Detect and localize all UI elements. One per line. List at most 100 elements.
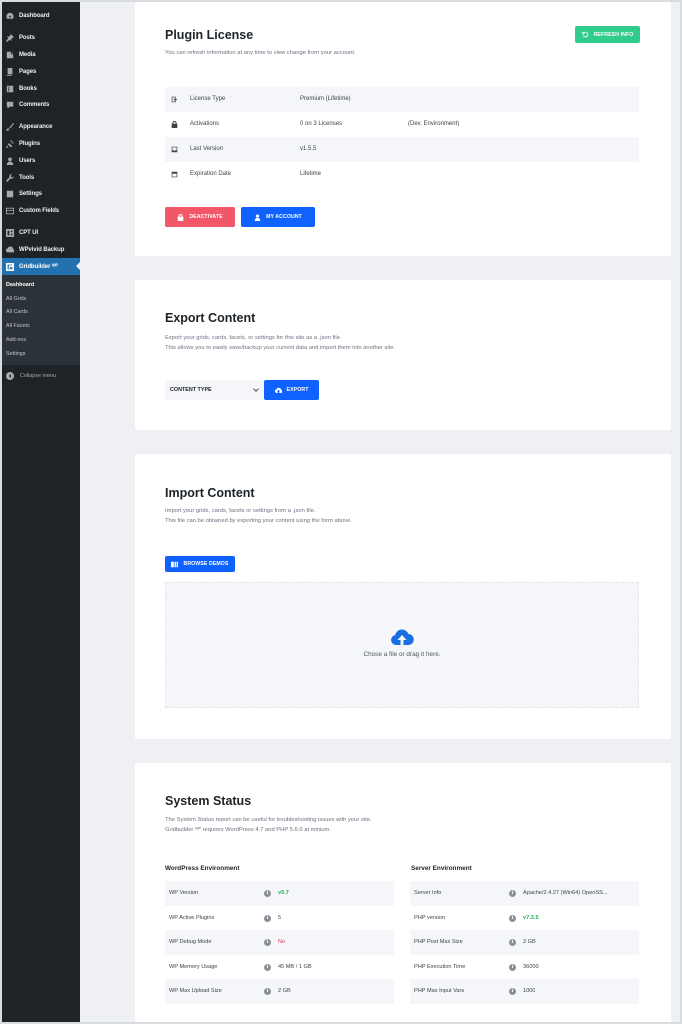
app-frame: Dashboard Posts Media Pages Books Commen… — [0, 0, 682, 1024]
info-icon[interactable]: i — [509, 889, 516, 897]
sidebar-item-users[interactable]: Users — [2, 152, 80, 169]
book-icon — [5, 84, 14, 93]
sidebar-item-media[interactable]: Media — [2, 47, 80, 64]
sidebar-item-tools[interactable]: Tools — [2, 169, 80, 186]
status-description-2: Gridbuilder ᵂᴾ requires WordPress 4.7 an… — [165, 827, 331, 833]
license-description: You can refresh information at any time … — [165, 50, 356, 56]
user-icon — [254, 213, 261, 221]
content-type-select[interactable]: CONTENT TYPE — [165, 380, 264, 400]
license-title: Plugin License — [165, 28, 254, 42]
submenu-settings[interactable]: Settings — [2, 347, 80, 361]
cloud-upload-icon — [274, 387, 282, 393]
export-title: Export Content — [165, 311, 256, 325]
deactivate-button[interactable]: Deactivate — [165, 207, 235, 227]
cptui-icon — [5, 228, 14, 237]
sidebar-item-appearance[interactable]: Appearance — [2, 119, 80, 136]
media-icon — [5, 50, 14, 59]
submenu-all-facets[interactable]: All Facets — [2, 319, 80, 333]
info-icon[interactable]: i — [509, 938, 516, 946]
system-status-card: System Status The System Status report c… — [135, 763, 671, 1022]
cloud-upload-icon — [390, 626, 414, 650]
status-row: PHP Execution Time i 36000 — [414, 963, 539, 971]
info-icon[interactable]: i — [509, 914, 516, 922]
sidebar-item-pages[interactable]: Pages — [2, 63, 80, 80]
refresh-info-button[interactable]: Refresh Info — [575, 26, 640, 43]
submenu-all-cards[interactable]: All Cards — [2, 306, 80, 320]
license-row: Expiration Date Lifetime — [165, 162, 639, 187]
backup-icon — [5, 245, 14, 254]
import-title: Import Content — [165, 486, 255, 500]
status-row: PHP version i v7.3.5 — [414, 914, 539, 922]
wrench-icon — [5, 173, 14, 182]
export-description-1: Export your grids, cards, facets, or set… — [165, 335, 342, 341]
wordpress-environment-heading: WordPress Environment — [165, 865, 240, 872]
status-description-1: The System Status report can be useful f… — [165, 817, 372, 823]
file-dropzone[interactable]: Chose a file or drag it here. — [165, 582, 639, 708]
import-content-card: Import Content Import your grids, cards,… — [135, 454, 671, 739]
status-row: WP Version i v5.7 — [165, 881, 394, 906]
submenu-all-grids[interactable]: All Grids — [2, 292, 80, 306]
inbox-icon — [171, 146, 179, 153]
info-icon[interactable]: i — [264, 963, 271, 971]
info-icon[interactable]: i — [264, 889, 271, 897]
submenu-add-ons[interactable]: Add-ons — [2, 333, 80, 347]
pin-icon — [5, 34, 14, 43]
gridbuilder-submenu: Dashboard All Grids All Cards All Facets… — [2, 274, 80, 365]
info-icon[interactable]: i — [509, 963, 516, 971]
comment-icon — [5, 101, 14, 110]
plugin-icon — [5, 139, 14, 148]
status-row: WP Debug Mode i No — [165, 930, 394, 955]
pages-icon — [5, 67, 14, 76]
sidebar-item-comments[interactable]: Comments — [2, 97, 80, 114]
status-row: Server Info i Apache/2.4.27 (Win64) OpenSS… — [410, 881, 639, 906]
sidebar-item-plugins[interactable]: Plugins — [2, 136, 80, 153]
license-icon — [171, 96, 179, 103]
sidebar-item-posts[interactable]: Posts — [2, 30, 80, 47]
lock-icon — [178, 213, 184, 221]
status-title: System Status — [165, 794, 252, 808]
sidebar-item-gridbuilder[interactable]: Gridbuilder ᵂᴾ — [2, 258, 80, 275]
sidebar-item-cpt-ui[interactable]: CPT UI — [2, 225, 80, 242]
export-button[interactable]: Export — [264, 380, 319, 400]
status-row: PHP Post Max Size i 2 GB — [410, 930, 639, 955]
dashboard-icon — [5, 12, 14, 21]
admin-menu: Dashboard Posts Media Pages Books Commen… — [2, 2, 80, 275]
calendar-icon — [171, 171, 179, 178]
status-row: WP Active Plugins i 5 — [169, 914, 282, 922]
collapse-menu-button[interactable]: Collapse menu — [2, 367, 80, 385]
export-content-card: Export Content Export your grids, cards,… — [135, 280, 671, 430]
info-icon[interactable]: i — [264, 987, 271, 995]
fields-icon — [5, 207, 14, 216]
status-row: PHP Max Input Vars i 1000 — [410, 979, 639, 1004]
dropzone-text: Chose a file or drag it here. — [363, 651, 441, 658]
settings-icon — [5, 190, 14, 199]
sidebar-item-custom-fields[interactable]: Custom Fields — [2, 203, 80, 220]
import-description-2: This file can be obtained by exporting y… — [165, 518, 352, 524]
my-account-button[interactable]: My Account — [241, 207, 315, 227]
sidebar-item-dashboard[interactable]: Dashboard — [2, 8, 80, 25]
sidebar-item-settings[interactable]: Settings — [2, 186, 80, 203]
chevron-down-icon — [253, 386, 259, 392]
sidebar-item-books[interactable]: Books — [2, 80, 80, 97]
demos-icon — [171, 561, 179, 567]
collapse-icon — [6, 371, 14, 380]
status-row: WP Max Upload Size i 2 GB — [165, 979, 394, 1004]
sidebar-item-wpvivid-backup[interactable]: WPvivid Backup — [2, 241, 80, 258]
gridbuilder-icon — [5, 262, 14, 271]
lock-icon — [171, 120, 179, 128]
admin-sidebar: Dashboard Posts Media Pages Books Commen… — [2, 2, 80, 1022]
browse-demos-button[interactable]: Browse Demos — [165, 556, 235, 572]
user-icon — [5, 156, 14, 165]
plugin-license-card: Plugin License You can refresh informati… — [135, 2, 671, 256]
server-environment-heading: Server Environment — [411, 865, 472, 872]
license-row: Last Version v1.5.5 — [165, 137, 639, 162]
info-icon[interactable]: i — [264, 914, 271, 922]
submenu-dashboard[interactable]: Dashboard — [2, 278, 80, 292]
import-description-1: Import your grids, cards, facets or sett… — [165, 508, 316, 514]
license-row: Activations 0 on 3 Licenses (Dev. Enviro… — [165, 112, 639, 137]
refresh-icon — [581, 31, 588, 38]
info-icon[interactable]: i — [264, 938, 271, 946]
license-row: License Type Premium (Lifetime) — [165, 87, 639, 112]
info-icon[interactable]: i — [509, 987, 516, 995]
status-row: WP Memory Usage i 45 MB / 1 GB — [169, 963, 312, 971]
